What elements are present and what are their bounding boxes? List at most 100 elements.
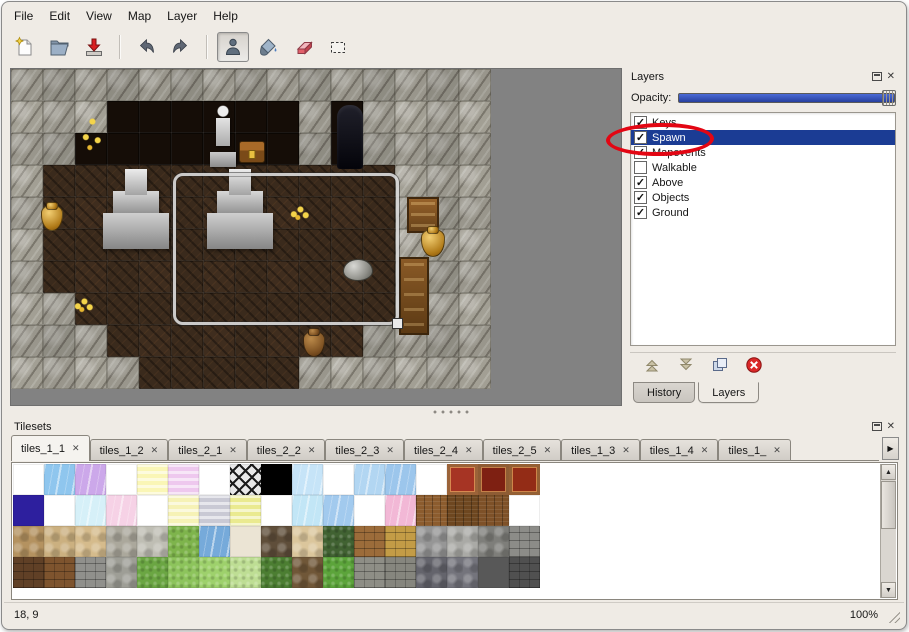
palette-tile[interactable] — [354, 557, 385, 588]
layer-row-ground[interactable]: ✓Ground — [631, 205, 895, 220]
palette-tile[interactable] — [385, 495, 416, 526]
map-tile-stone-wall[interactable] — [43, 325, 75, 357]
palette-tile[interactable] — [292, 495, 323, 526]
map-tile-stone-wall[interactable] — [139, 69, 171, 101]
menu-item-layer[interactable]: Layer — [159, 7, 205, 25]
palette-tile[interactable] — [292, 464, 323, 495]
map-tile-stone-wall[interactable] — [395, 69, 427, 101]
map-tile-dirt-floor[interactable] — [267, 325, 299, 357]
map-tile-stone-wall[interactable] — [11, 133, 43, 165]
palette-tile[interactable] — [323, 495, 354, 526]
map-tile-stone-wall[interactable] — [11, 325, 43, 357]
layer-row-walkable[interactable]: Walkable — [631, 160, 895, 175]
map-tile-stone-wall[interactable] — [203, 69, 235, 101]
map-tile-dirt-floor[interactable] — [171, 357, 203, 389]
map-tile-dirt-floor[interactable] — [43, 261, 75, 293]
palette-tile[interactable] — [137, 495, 168, 526]
map-tile-stone-wall[interactable] — [459, 165, 491, 197]
palette-tile[interactable] — [416, 495, 447, 526]
map-tile-dirt-floor[interactable] — [43, 229, 75, 261]
menu-item-file[interactable]: File — [6, 7, 41, 25]
tileset-tab-tiles_2_4[interactable]: tiles_2_4✕ — [404, 439, 483, 461]
palette-tile[interactable] — [230, 495, 261, 526]
map-tile-stone-wall[interactable] — [43, 69, 75, 101]
open-button[interactable] — [43, 32, 75, 62]
palette-tile[interactable] — [106, 464, 137, 495]
palette-tile[interactable] — [106, 495, 137, 526]
map-tile-dirt-floor[interactable] — [43, 165, 75, 197]
opacity-slider[interactable] — [678, 93, 895, 103]
map-tile-stone-wall[interactable] — [75, 325, 107, 357]
layer-checkbox-spawn[interactable]: ✓ — [634, 131, 647, 144]
map-tile-stone-wall[interactable] — [267, 69, 299, 101]
map-tile-dark-pit[interactable] — [107, 101, 139, 133]
map-tile-stone-wall[interactable] — [427, 69, 459, 101]
palette-tile[interactable] — [168, 526, 199, 557]
palette-tile[interactable] — [168, 557, 199, 588]
map-tile-dirt-floor[interactable] — [171, 325, 203, 357]
layer-checkbox-ground[interactable]: ✓ — [634, 206, 647, 219]
map-tile-stone-wall[interactable] — [459, 69, 491, 101]
palette-scrollbar[interactable]: ▲ ▼ — [880, 464, 896, 598]
redo-button[interactable] — [165, 32, 197, 62]
map-tile-stone-wall[interactable] — [363, 133, 395, 165]
move-layer-up-button[interactable] — [640, 356, 664, 378]
tileset-tab-tiles_1_1[interactable]: tiles_1_1✕ — [11, 435, 90, 461]
map-tile-stone-wall[interactable] — [459, 261, 491, 293]
palette-tile[interactable] — [385, 526, 416, 557]
map-tile-stone-wall[interactable] — [459, 293, 491, 325]
tileset-tab-tiles_2_2[interactable]: tiles_2_2✕ — [247, 439, 326, 461]
palette-tile[interactable] — [416, 464, 447, 495]
palette-tile[interactable] — [168, 464, 199, 495]
map-tile-stone-wall[interactable] — [11, 293, 43, 325]
map-tile-stone-wall[interactable] — [459, 197, 491, 229]
map-tile-stone-wall[interactable] — [171, 69, 203, 101]
palette-tile[interactable] — [137, 557, 168, 588]
map-tile-stone-wall[interactable] — [459, 325, 491, 357]
map-tile-dirt-floor[interactable] — [107, 325, 139, 357]
move-layer-down-button[interactable] — [674, 356, 698, 378]
palette-tile[interactable] — [13, 557, 44, 588]
palette-tile[interactable] — [509, 557, 540, 588]
palette-tile[interactable] — [261, 526, 292, 557]
layer-checkbox-walkable[interactable] — [634, 161, 647, 174]
palette-tile[interactable] — [230, 464, 261, 495]
palette-tile[interactable] — [261, 464, 292, 495]
selection-rectangle[interactable] — [173, 173, 399, 325]
map-tile-dark-pit[interactable] — [107, 133, 139, 165]
map-tile-dark-pit[interactable] — [171, 101, 203, 133]
palette-tile[interactable] — [13, 464, 44, 495]
layer-checkbox-mapevents[interactable]: ✓ — [634, 146, 647, 159]
tab-close-icon[interactable]: ✕ — [622, 445, 630, 456]
layer-row-objects[interactable]: ✓Objects — [631, 190, 895, 205]
map-tile-stone-wall[interactable] — [11, 357, 43, 389]
eraser-button[interactable] — [287, 32, 319, 62]
map-tile-dirt-floor[interactable] — [107, 293, 139, 325]
palette-tile[interactable] — [354, 526, 385, 557]
map-tile-stone-wall[interactable] — [235, 69, 267, 101]
select-button[interactable] — [322, 32, 354, 62]
palette-tile[interactable] — [199, 526, 230, 557]
palette-tile[interactable] — [106, 557, 137, 588]
palette-tile[interactable] — [75, 464, 106, 495]
map-tile-stone-wall[interactable] — [427, 261, 459, 293]
map-tile-dirt-floor[interactable] — [203, 325, 235, 357]
tileset-tab-tiles_2_1[interactable]: tiles_2_1✕ — [168, 439, 247, 461]
map-tile-stone-wall[interactable] — [395, 133, 427, 165]
palette-tile[interactable] — [44, 557, 75, 588]
palette-tile[interactable] — [509, 495, 540, 526]
palette-tile[interactable] — [509, 526, 540, 557]
palette-tile[interactable] — [230, 557, 261, 588]
layer-row-keys[interactable]: ✓Keys — [631, 115, 895, 130]
map-tile-stone-wall[interactable] — [427, 101, 459, 133]
palette-tile[interactable] — [44, 495, 75, 526]
map-tile-stone-wall[interactable] — [363, 69, 395, 101]
palette-tile[interactable] — [137, 526, 168, 557]
map-tile-stone-wall[interactable] — [363, 101, 395, 133]
tab-close-icon[interactable]: ✕ — [72, 443, 80, 454]
palette-tile[interactable] — [13, 526, 44, 557]
palette-tile[interactable] — [447, 464, 478, 495]
tilesets-float-icon[interactable] — [872, 422, 882, 431]
map-tile-stone-wall[interactable] — [459, 229, 491, 261]
tab-close-icon[interactable]: ✕ — [544, 445, 552, 456]
